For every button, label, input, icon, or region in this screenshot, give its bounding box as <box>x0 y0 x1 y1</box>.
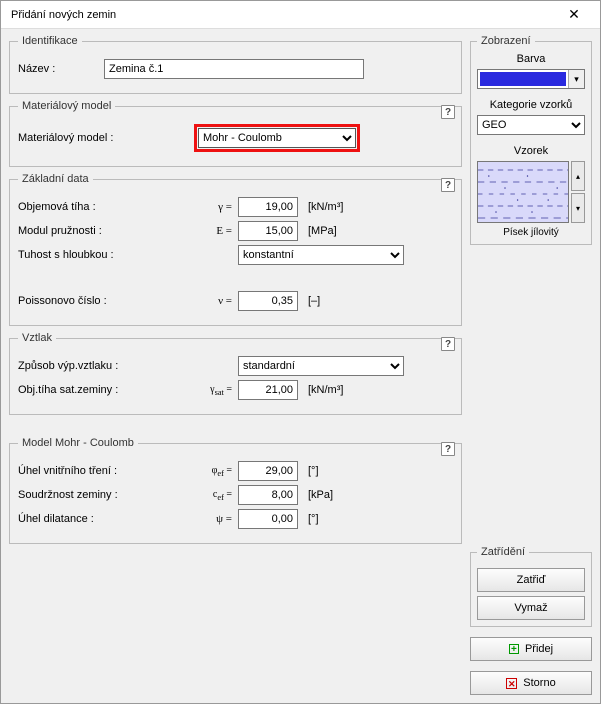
pattern-name: Písek jílovitý <box>477 227 585 238</box>
dialog-content: Identifikace Název : Materiálový model ?… <box>1 29 600 703</box>
clear-button[interactable]: Vymaž <box>477 596 585 620</box>
basic-data-legend: Základní data <box>18 173 93 185</box>
phi-unit: [°] <box>308 465 319 477</box>
pattern-category-select[interactable]: GEO <box>477 115 585 135</box>
left-column: Identifikace Název : Materiálový model ?… <box>9 35 462 695</box>
sat-weight-unit: [kN/m³] <box>308 384 343 396</box>
color-swatch <box>480 72 566 86</box>
titlebar: Přidání nových zemin ✕ <box>1 1 600 29</box>
name-input[interactable] <box>104 59 364 79</box>
modulus-symbol: E = <box>194 225 232 237</box>
soil-dialog: Přidání nových zemin ✕ Identifikace Náze… <box>0 0 601 704</box>
modulus-input[interactable] <box>238 221 298 241</box>
modulus-unit: [MPa] <box>308 225 337 237</box>
pattern-label: Vzorek <box>477 145 585 157</box>
name-label: Název : <box>18 63 98 75</box>
x-icon: ✕ <box>506 678 517 689</box>
material-model-label: Materiálový model : <box>18 132 188 144</box>
cohesion-label: Soudržnost zeminy : <box>18 489 188 501</box>
stiffness-select[interactable]: konstantní <box>238 245 404 265</box>
titlebar-title: Přidání nových zemin <box>11 9 116 21</box>
material-model-legend: Materiálový model <box>18 100 115 112</box>
mohr-legend: Model Mohr - Coulomb <box>18 437 138 449</box>
cohesion-unit: [kPa] <box>308 489 333 501</box>
mohr-coulomb-group: Model Mohr - Coulomb ? Úhel vnitřního tř… <box>9 437 462 544</box>
weight-unit: [kN/m³] <box>308 201 343 213</box>
sat-weight-label: Obj.tíha sat.zeminy : <box>18 384 188 396</box>
dilatancy-unit: [°] <box>308 513 319 525</box>
poisson-label: Poissonovo číslo : <box>18 295 188 307</box>
add-button[interactable]: + Přidej <box>470 637 592 661</box>
phi-input[interactable] <box>238 461 298 481</box>
cancel-button[interactable]: ✕ Storno <box>470 671 592 695</box>
pattern-icon <box>478 162 568 222</box>
poisson-symbol: ν = <box>194 295 232 307</box>
help-icon[interactable]: ? <box>441 442 455 456</box>
classify-button[interactable]: Zatřiď <box>477 568 585 592</box>
display-legend: Zobrazení <box>477 35 535 47</box>
weight-symbol: γ = <box>194 201 232 213</box>
dilatancy-label: Úhel dilatance : <box>18 513 188 525</box>
color-select[interactable]: ▾ <box>477 69 585 89</box>
poisson-unit: [–] <box>308 295 320 307</box>
classify-group: Zatřídění Zatřiď Vymaž <box>470 546 592 627</box>
sat-weight-input[interactable] <box>238 380 298 400</box>
weight-label: Objemová tíha : <box>18 201 188 213</box>
help-icon[interactable]: ? <box>441 105 455 119</box>
pattern-down-button[interactable]: ▾ <box>571 193 585 223</box>
right-column: Zobrazení Barva ▾ Kategorie vzorků GEO V… <box>470 35 592 695</box>
identification-group: Identifikace Název : <box>9 35 462 94</box>
chevron-down-icon: ▾ <box>568 70 584 88</box>
uplift-method-label: Způsob výp.vztlaku : <box>18 360 188 372</box>
weight-input[interactable] <box>238 197 298 217</box>
basic-data-group: Základní data ? Objemová tíha : γ = [kN/… <box>9 173 462 326</box>
phi-label: Úhel vnitřního tření : <box>18 465 188 477</box>
pattern-spinner: ▴ ▾ <box>571 161 585 223</box>
color-label: Barva <box>477 53 585 65</box>
classify-legend: Zatřídění <box>477 546 529 558</box>
close-button[interactable]: ✕ <box>554 3 594 27</box>
close-icon: ✕ <box>568 6 580 23</box>
plus-icon: + <box>509 644 519 654</box>
uplift-group: Vztlak ? Způsob výp.vztlaku : standardní… <box>9 332 462 415</box>
category-label: Kategorie vzorků <box>477 99 585 111</box>
cohesion-input[interactable] <box>238 485 298 505</box>
display-group: Zobrazení Barva ▾ Kategorie vzorků GEO V… <box>470 35 592 245</box>
material-model-group: Materiálový model ? Materiálový model : … <box>9 100 462 167</box>
material-model-select[interactable]: Mohr - Coulomb <box>198 128 356 148</box>
material-model-highlight: Mohr - Coulomb <box>194 124 360 152</box>
dilatancy-input[interactable] <box>238 509 298 529</box>
identification-legend: Identifikace <box>18 35 82 47</box>
dilatancy-symbol: ψ = <box>194 513 232 525</box>
poisson-input[interactable] <box>238 291 298 311</box>
uplift-method-select[interactable]: standardní <box>238 356 404 376</box>
pattern-up-button[interactable]: ▴ <box>571 161 585 191</box>
stiffness-label: Tuhost s hloubkou : <box>18 249 188 261</box>
modulus-label: Modul pružnosti : <box>18 225 188 237</box>
pattern-preview <box>477 161 569 223</box>
help-icon[interactable]: ? <box>441 337 455 351</box>
help-icon[interactable]: ? <box>441 178 455 192</box>
uplift-legend: Vztlak <box>18 332 56 344</box>
